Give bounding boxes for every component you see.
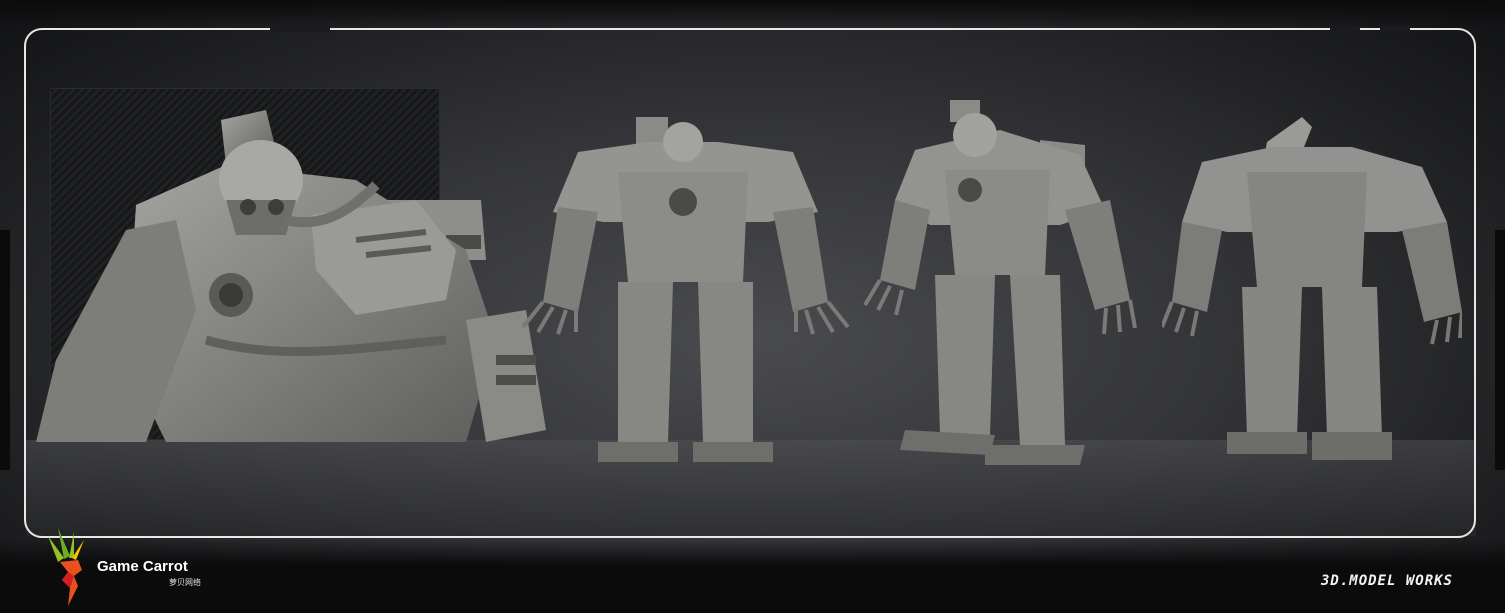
frame-gap [1330, 26, 1360, 32]
mech-back-render [1162, 112, 1462, 472]
frame-gap [270, 26, 330, 32]
frame-gap [1380, 26, 1410, 32]
works-caption: 3D.MODEL WORKS [1320, 573, 1453, 589]
mech-back-illustration [1162, 117, 1462, 460]
top-band [0, 0, 1505, 28]
logo-name: Game Carrot [97, 558, 188, 575]
mech-front-illustration [521, 117, 850, 462]
mech-front-render [518, 112, 853, 467]
left-notch [0, 230, 10, 470]
showcase-canvas: Game Carrot 萝贝网络 3D.MODEL WORKS [0, 0, 1505, 613]
mech-closeup-illustration [36, 110, 546, 442]
mech-three-quarter-render [860, 100, 1140, 470]
mech-closeup-render [26, 110, 546, 442]
carrot-logo-icon [48, 528, 84, 606]
logo-subtitle: 萝贝网络 [169, 578, 201, 587]
mech-three-quarter-illustration [863, 100, 1137, 465]
game-carrot-logo: Game Carrot 萝贝网络 [44, 528, 224, 608]
bottom-band [0, 540, 1505, 613]
right-notch [1495, 230, 1505, 470]
